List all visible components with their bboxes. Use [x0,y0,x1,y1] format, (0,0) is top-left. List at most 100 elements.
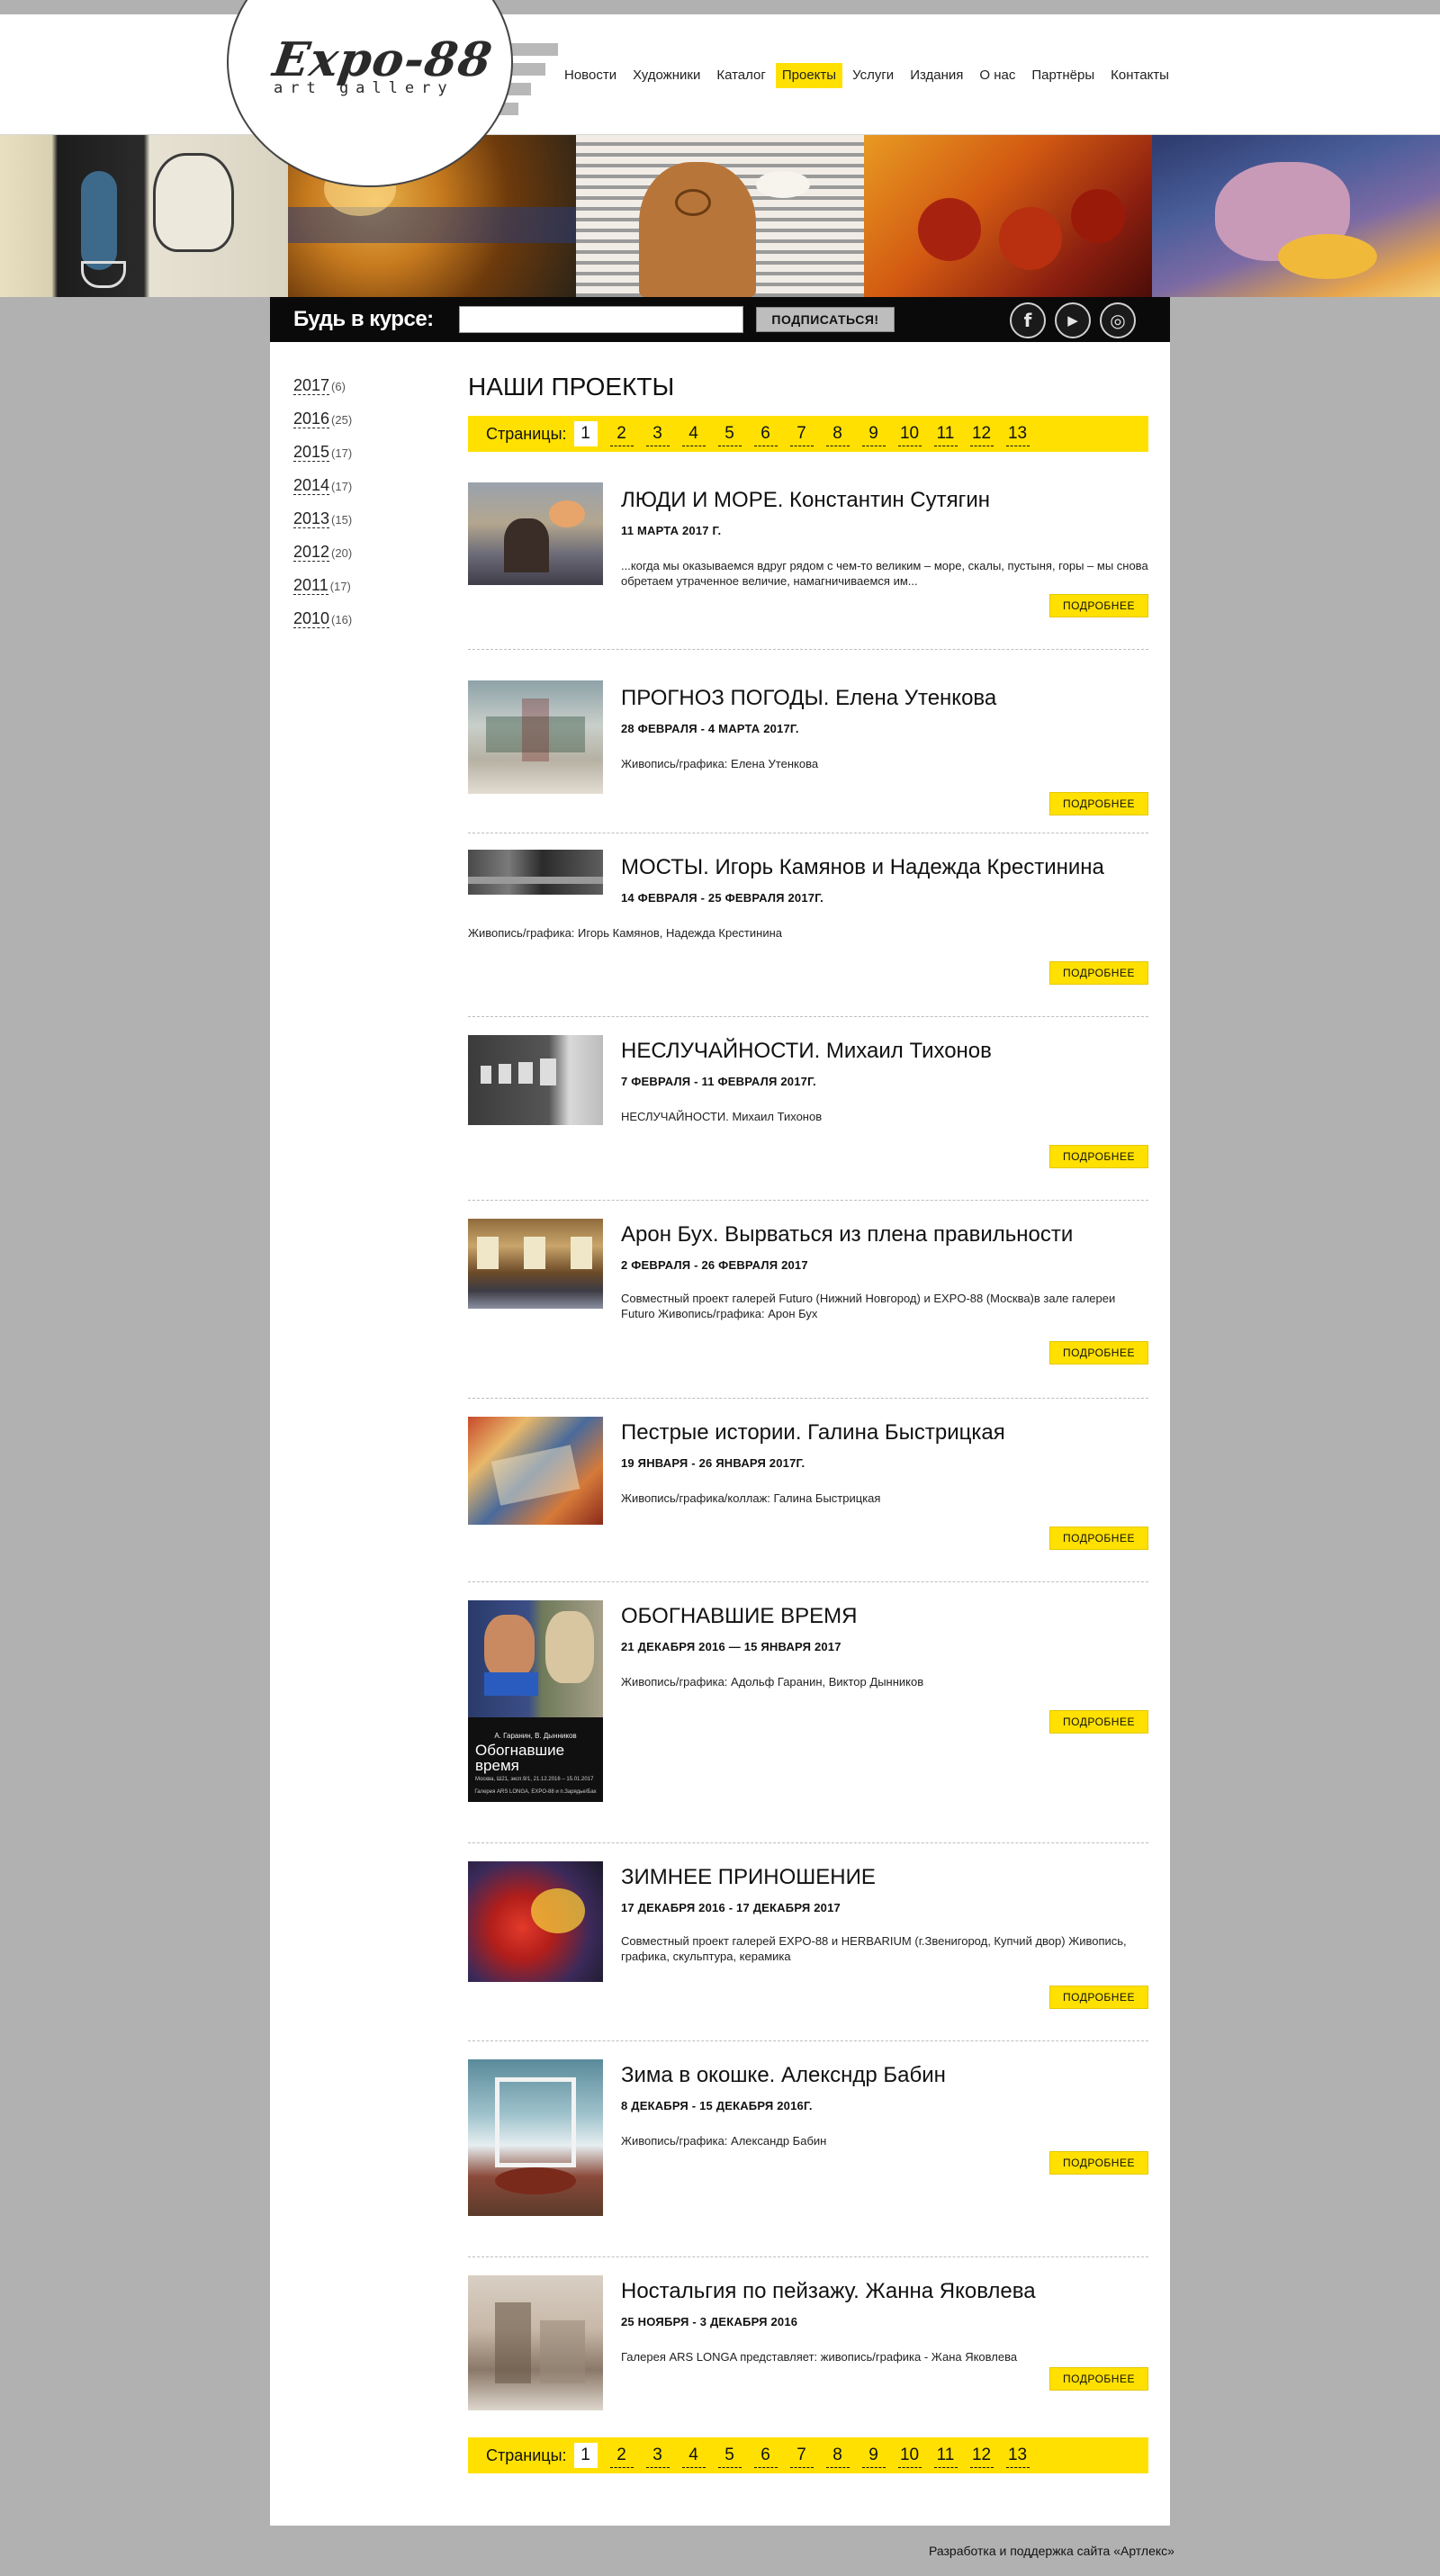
nav-item-publications[interactable]: Издания [904,63,969,88]
page-link-1[interactable]: 1 [573,421,598,446]
project-title[interactable]: ПРОГНОЗ ПОГОДЫ. Елена Утенкова [621,686,996,711]
more-button[interactable]: ПОДРОБНЕЕ [1049,594,1148,617]
project-item: А. Гаранин, В. Дынников Обогнавшие время… [468,1582,1148,1843]
project-item: Арон Бух. Вырваться из плена правильност… [468,1201,1148,1399]
year-item: 2013 (15) [293,509,352,543]
project-title[interactable]: ЛЮДИ И МОРЕ. Константин Сутягин [621,488,990,513]
project-title[interactable]: ЗИМНЕЕ ПРИНОШЕНИЕ [621,1865,876,1890]
project-description: ...когда мы оказываемся вдруг рядом с че… [621,559,1148,588]
more-button[interactable]: ПОДРОБНЕЕ [1049,961,1148,985]
project-thumbnail[interactable] [468,1035,603,1125]
page-link-4[interactable]: 4 [681,2443,706,2468]
subscribe-email-input[interactable] [459,306,743,333]
project-title[interactable]: Ностальгия по пейзажу. Жанна Яковлева [621,2279,1036,2304]
main-nav: Новости Художники Каталог Проекты Услуги… [558,63,1175,88]
nav-item-contacts[interactable]: Контакты [1104,63,1175,88]
page-link-9[interactable]: 9 [861,2443,886,2468]
more-button[interactable]: ПОДРОБНЕЕ [1049,1341,1148,1365]
page-link-7[interactable]: 7 [789,2443,814,2468]
project-item: ЗИМНЕЕ ПРИНОШЕНИЕ 17 ДЕКАБРЯ 2016 - 17 Д… [468,1843,1148,2041]
project-item: Зима в окошке. Алекснд‍р Бабин 8 ДЕКАБРЯ… [468,2041,1148,2257]
facebook-icon[interactable]: f [1010,302,1046,338]
year-item: 2014 (17) [293,476,352,509]
project-thumbnail[interactable] [468,1219,603,1309]
page-link-12[interactable]: 12 [969,2443,994,2468]
nav-item-catalog[interactable]: Каталог [710,63,772,88]
year-link-2017[interactable]: 2017 [293,376,330,395]
page-link-13[interactable]: 13 [1005,421,1030,446]
year-link-2014[interactable]: 2014 [293,476,330,495]
top-strip [0,0,1440,14]
poster-gallery: Галерея ARS LONGA, EXPO-88 и п.Зарядье/Б… [474,1789,597,1795]
year-count: (6) [331,380,346,393]
year-link-2010[interactable]: 2010 [293,609,330,628]
page-link-11[interactable]: 11 [933,2443,958,2468]
instagram-icon[interactable]: ◎ [1100,302,1136,338]
year-item: 2010 (16) [293,609,352,643]
more-button[interactable]: ПОДРОБНЕЕ [1049,1527,1148,1550]
more-button[interactable]: ПОДРОБНЕЕ [1049,2151,1148,2175]
page-link-8[interactable]: 8 [825,2443,850,2468]
page-link-7[interactable]: 7 [789,421,814,446]
project-poster[interactable]: А. Гаранин, В. Дынников Обогнавшие время… [468,1600,603,1802]
pagination-top: Страницы: 1 2 3 4 5 6 7 8 9 10 11 12 13 [468,416,1148,452]
nav-item-projects[interactable]: Проекты [775,63,843,88]
year-link-2011[interactable]: 2011 [293,576,328,595]
project-description: Галерея ARS LONGA представляет: живопись… [621,2350,1018,2364]
project-title[interactable]: ОБОГНАВШИЕ ВРЕМЯ [621,1604,857,1629]
nav-item-partners[interactable]: Партнёры [1025,63,1101,88]
page-link-6[interactable]: 6 [753,2443,778,2468]
project-title[interactable]: Пестрые истории. Галина Быстрицкая [621,1420,1005,1446]
page-link-3[interactable]: 3 [645,421,670,446]
page-link-12[interactable]: 12 [969,421,994,446]
page-link-2[interactable]: 2 [609,2443,634,2468]
project-thumbnail[interactable] [468,2275,603,2410]
more-button[interactable]: ПОДРОБНЕЕ [1049,1145,1148,1168]
page-title: НАШИ ПРОЕКТЫ [468,373,675,401]
project-title[interactable]: МОСТЫ. Игорь Камянов и Надежда Крестинин… [621,855,1104,880]
project-thumbnail[interactable] [468,2059,603,2216]
page-link-9[interactable]: 9 [861,421,886,446]
page-link-5[interactable]: 5 [717,421,742,446]
year-link-2012[interactable]: 2012 [293,543,330,562]
page-link-2[interactable]: 2 [609,421,634,446]
youtube-icon[interactable]: ▶ [1055,302,1091,338]
project-item: ЛЮДИ И МОРЕ. Константин Сутягин 11 МАРТА… [468,452,1148,650]
project-description: Совместный проект галерей Futuro (Нижний… [621,1292,1116,1320]
page-link-4[interactable]: 4 [681,421,706,446]
project-thumbnail[interactable] [468,1861,603,1982]
more-button[interactable]: ПОДРОБНЕЕ [1049,2367,1148,2391]
nav-item-about[interactable]: О нас [973,63,1022,88]
project-title[interactable]: НЕСЛУЧАЙНОСТИ. Михаил Тихонов [621,1039,992,1064]
year-link-2013[interactable]: 2013 [293,509,330,528]
project-thumbnail[interactable] [468,680,603,794]
project-thumbnail[interactable] [468,482,603,585]
page-link-13[interactable]: 13 [1005,2443,1030,2468]
page-link-3[interactable]: 3 [645,2443,670,2468]
project-thumbnail[interactable] [468,850,603,895]
page-link-1[interactable]: 1 [573,2443,598,2468]
page-link-10[interactable]: 10 [897,2443,922,2468]
more-button[interactable]: ПОДРОБНЕЕ [1049,1986,1148,2009]
year-link-2015[interactable]: 2015 [293,443,330,462]
page-link-5[interactable]: 5 [717,2443,742,2468]
project-thumbnail[interactable] [468,1417,603,1525]
year-link-2016[interactable]: 2016 [293,410,330,428]
nav-item-artists[interactable]: Художники [626,63,706,88]
more-button[interactable]: ПОДРОБНЕЕ [1049,1710,1148,1734]
project-title[interactable]: Арон Бух. Вырваться из плена правильност… [621,1222,1073,1247]
project-title[interactable]: Зима в окошке. Алекснд‍р Бабин [621,2063,946,2088]
page-link-10[interactable]: 10 [897,421,922,446]
nav-item-news[interactable]: Новости [558,63,623,88]
project-date: 11 МАРТА 2017 Г. [621,524,722,537]
page-link-6[interactable]: 6 [753,421,778,446]
project-date: 19 ЯНВАРЯ - 26 ЯНВАРЯ 2017Г. [621,1456,806,1470]
page-link-8[interactable]: 8 [825,421,850,446]
year-item: 2012 (20) [293,543,352,576]
footer-credit[interactable]: Разработка и поддержка сайта «Артлекс» [929,2544,1174,2558]
nav-item-services[interactable]: Услуги [846,63,900,88]
year-filter: 2017 (6) 2016 (25) 2015 (17) 2014 (17) 2013(… [293,376,352,643]
subscribe-button[interactable]: ПОДПИСАТЬСЯ! [756,307,895,332]
more-button[interactable]: ПОДРОБНЕЕ [1049,792,1148,815]
page-link-11[interactable]: 11 [933,421,958,446]
